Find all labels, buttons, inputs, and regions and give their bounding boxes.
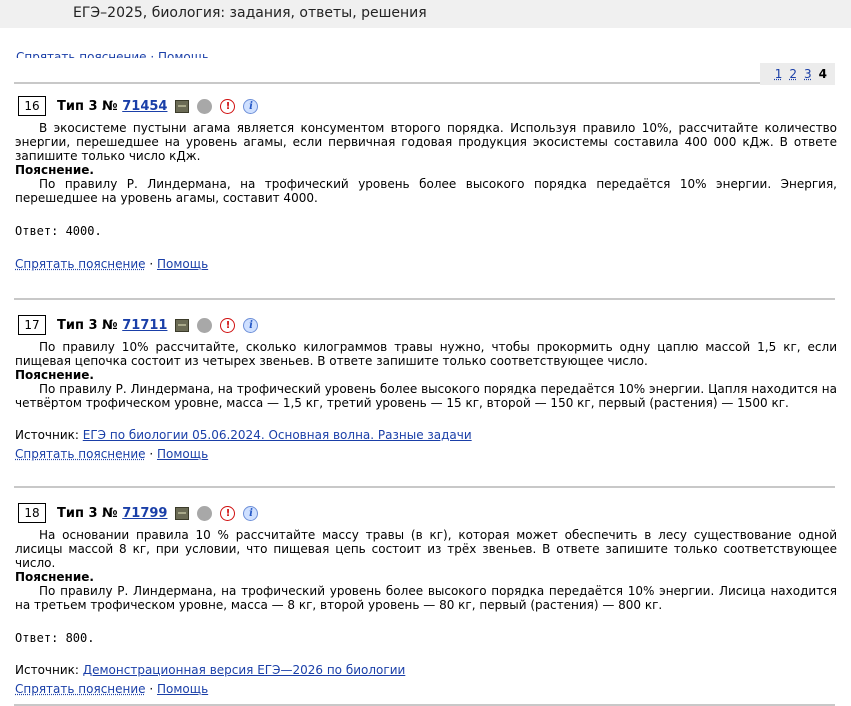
task-answer: Ответ: 800. [15,631,95,645]
task-id-link[interactable]: 71799 [122,506,167,521]
divider [14,298,835,300]
source-link[interactable]: ЕГЭ по биологии 05.06.2024. Основная вол… [83,428,472,442]
status-circle-icon[interactable] [197,505,213,521]
briefcase-icon[interactable] [175,99,190,113]
info-icon[interactable]: i [243,98,259,114]
task-question: На основании правила 10 % рассчитайте ма… [15,528,837,570]
explanation-heading: Пояснение. [15,570,94,584]
task-answer: Ответ: 4000. [15,224,102,238]
hide-explanation-link[interactable]: Спрятать пояснение [15,682,146,696]
hide-explanation-link[interactable]: Спрятать пояснение [15,257,146,271]
task-16: 16 Тип 3 № 71454 ! i В экосистеме пустын… [15,95,837,271]
task-explanation: По правилу Р. Линдермана, на трофический… [15,584,837,612]
page-link-3[interactable]: 3 [804,67,812,81]
task-number: 17 [18,315,46,335]
briefcase-icon[interactable] [175,318,190,332]
task-explanation: По правилу Р. Линдермана, на трофический… [15,382,837,410]
report-error-icon[interactable]: ! [220,317,236,333]
divider [14,486,835,488]
status-circle-icon[interactable] [197,98,213,114]
task-id-link[interactable]: 71711 [122,318,167,333]
task-question: В экосистеме пустыни агама является конс… [15,121,837,163]
task-links: Спрятать пояснение · Помощь [15,257,837,271]
task-type-label: Тип 3 № 71799 [57,506,167,521]
pagination: 1 2 3 4 [760,63,835,85]
task-explanation: По правилу Р. Линдермана, на трофический… [15,177,837,205]
info-icon[interactable]: i [243,317,259,333]
briefcase-icon[interactable] [175,506,190,520]
source-label: Источник: [15,428,83,442]
task-number: 16 [18,96,46,116]
hide-explanation-link[interactable]: Спрятать пояснение [15,447,146,461]
current-page: 4 [818,67,827,81]
top-bar: ЕГЭ–2025, биология: задания, ответы, реш… [0,0,851,28]
info-icon[interactable]: i [243,505,259,521]
page-title: ЕГЭ–2025, биология: задания, ответы, реш… [73,5,427,21]
link-separator: · [145,447,157,461]
page-link-2[interactable]: 2 [789,67,797,81]
task-17: 17 Тип 3 № 71711 ! i По правилу 10% расс… [15,314,837,461]
task-links: Спрятать пояснение · Помощь [15,447,837,461]
source-link[interactable]: Демонстрационная версия ЕГЭ—2026 по биол… [83,663,406,677]
help-link[interactable]: Помощь [157,447,208,461]
task-type-prefix: Тип 3 № [57,317,123,333]
task-type-label: Тип 3 № 71711 [57,318,167,333]
task-type-prefix: Тип 3 № [57,98,123,114]
task-source: Источник: Демонстрационная версия ЕГЭ—20… [15,663,837,677]
link-separator: · [145,257,157,271]
task-id-link[interactable]: 71454 [122,99,167,114]
page-link-1[interactable]: 1 [775,67,783,81]
task-type-label: Тип 3 № 71454 [57,99,167,114]
divider [14,82,835,84]
help-link[interactable]: Помощь [157,682,208,696]
task-question: По правилу 10% рассчитайте, сколько кило… [15,340,837,368]
task-links: Спрятать пояснение · Помощь [15,682,837,696]
explanation-heading: Пояснение. [15,368,94,382]
link-separator: · [145,682,157,696]
previous-task-links-text[interactable]: Спрятать пояснение · Помощь [16,50,209,58]
task-type-prefix: Тип 3 № [57,505,123,521]
help-link[interactable]: Помощь [157,257,208,271]
report-error-icon[interactable]: ! [220,98,236,114]
source-label: Источник: [15,663,83,677]
task-header: 17 Тип 3 № 71711 ! i [15,314,837,336]
explanation-heading: Пояснение. [15,163,94,177]
task-header: 18 Тип 3 № 71799 ! i [15,502,837,524]
task-source: Источник: ЕГЭ по биологии 05.06.2024. Ос… [15,428,837,442]
task-header: 16 Тип 3 № 71454 ! i [15,95,837,117]
report-error-icon[interactable]: ! [220,505,236,521]
task-number: 18 [18,503,46,523]
status-circle-icon[interactable] [197,317,213,333]
task-18: 18 Тип 3 № 71799 ! i На основании правил… [15,502,837,696]
previous-task-links[interactable]: Спрятать пояснение · Помощь [16,50,209,58]
